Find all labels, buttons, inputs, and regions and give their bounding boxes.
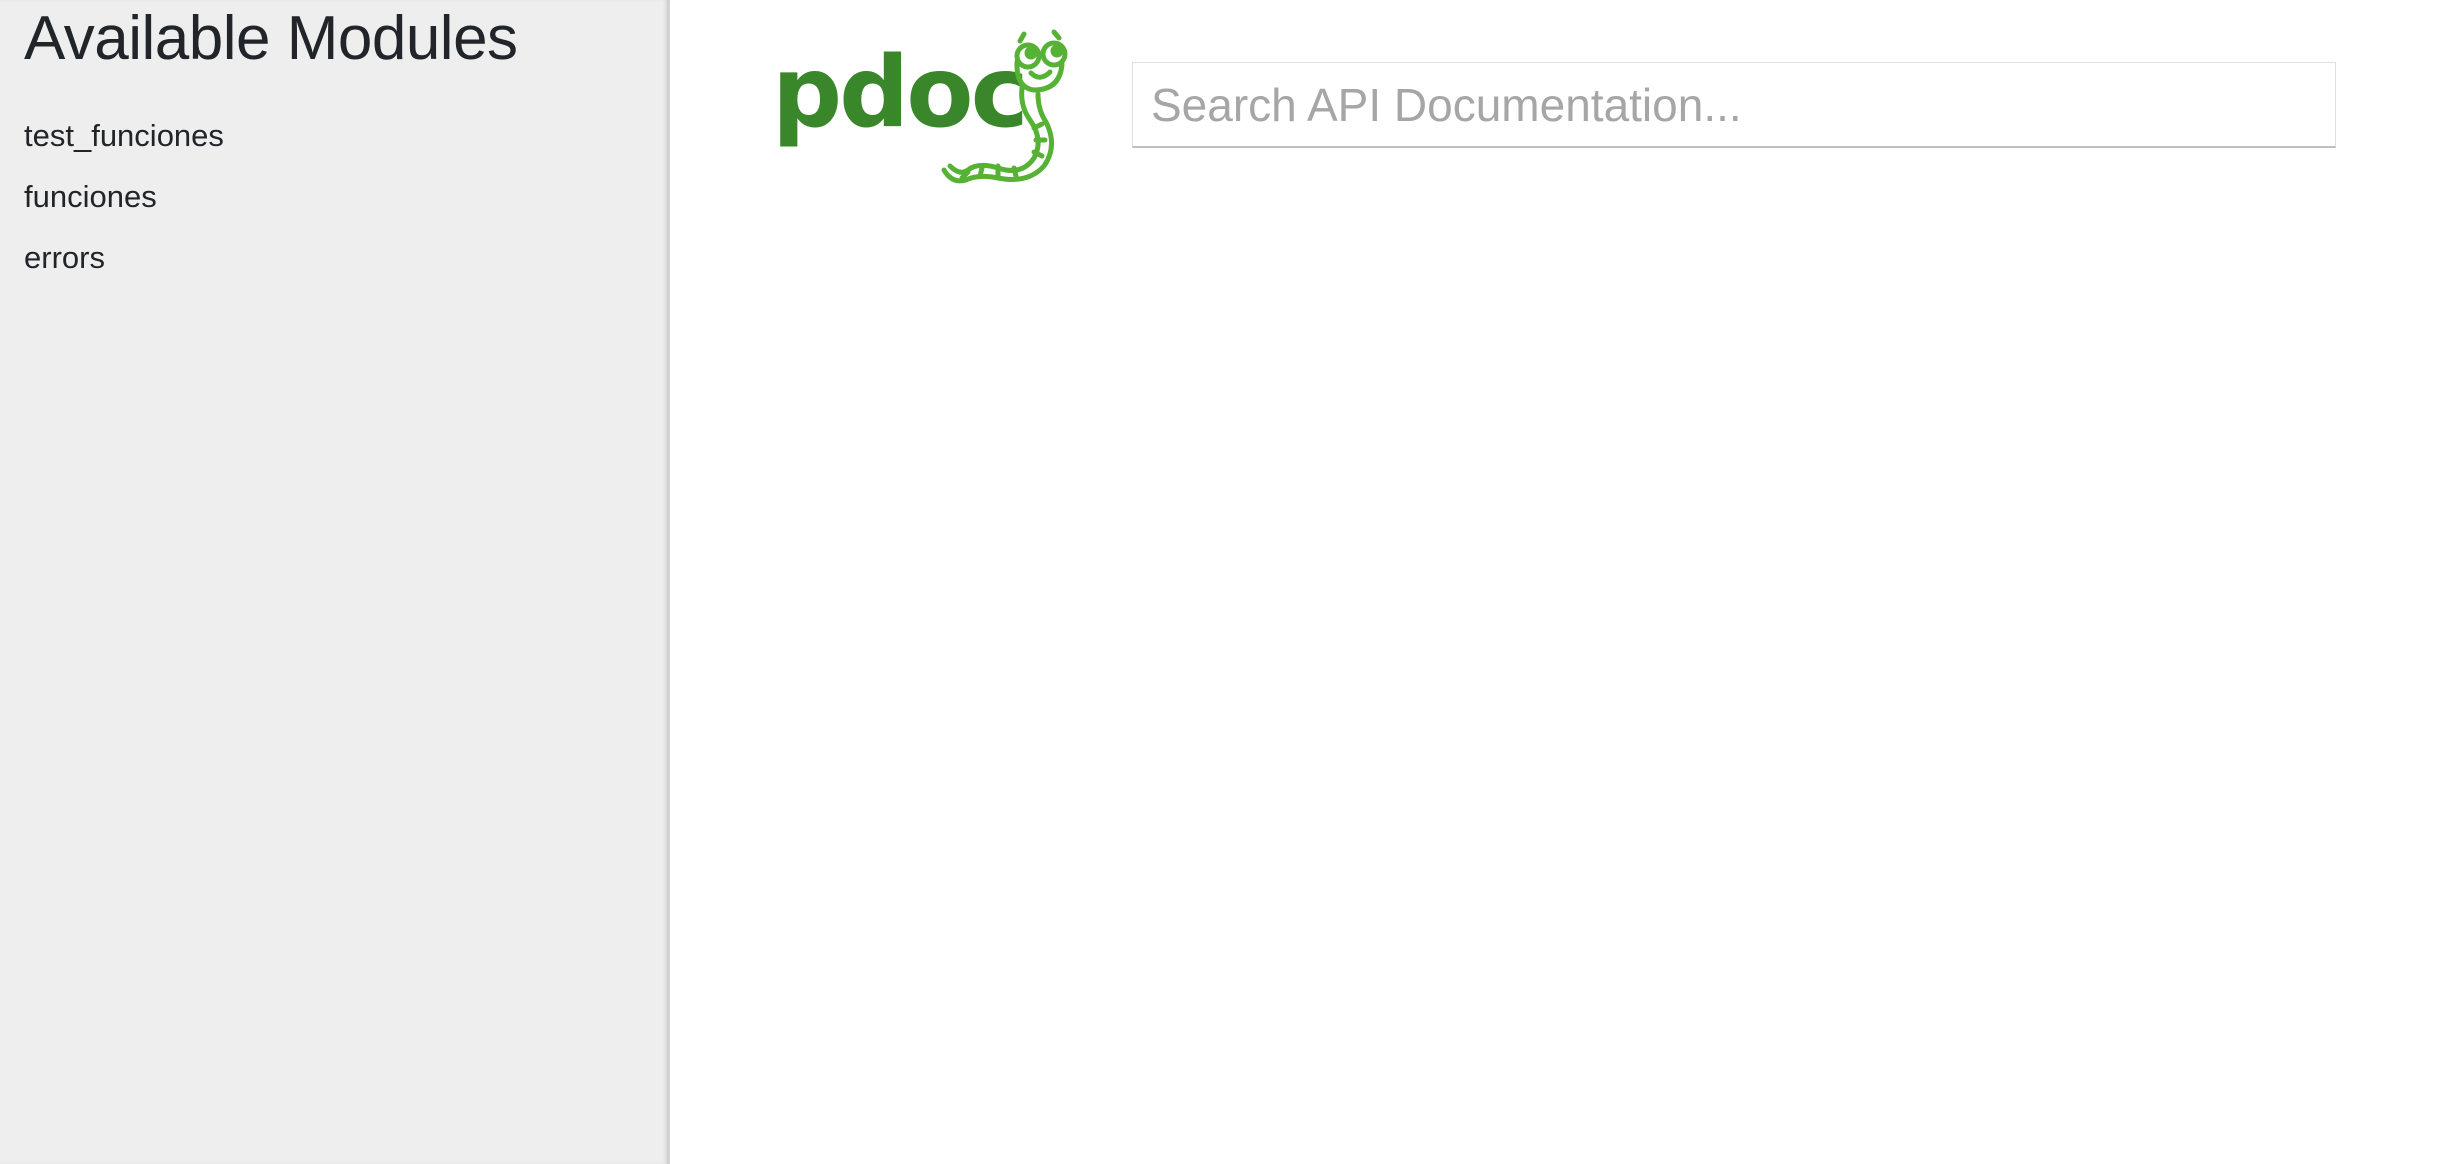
module-list-item: test_funciones xyxy=(24,116,224,177)
module-list-item: funciones xyxy=(24,177,224,238)
pdoc-logo-text: pdoc xyxy=(772,36,1026,150)
module-link-funciones[interactable]: funciones xyxy=(24,179,157,214)
main-content: pdoc xyxy=(672,0,2464,1164)
module-list: test_funciones funciones errors xyxy=(24,116,224,299)
sidebar: Available Modules test_funciones funcion… xyxy=(0,0,670,1164)
sidebar-title: Available Modules xyxy=(24,4,518,73)
search-input[interactable] xyxy=(1132,62,2336,148)
module-link-errors[interactable]: errors xyxy=(24,240,105,275)
page: Available Modules test_funciones funcion… xyxy=(0,0,2464,1164)
pdoc-logo[interactable]: pdoc xyxy=(772,28,1072,184)
pdoc-logo-icon: pdoc xyxy=(772,29,1068,184)
module-list-item: errors xyxy=(24,238,224,299)
module-link-test-funciones[interactable]: test_funciones xyxy=(24,118,224,153)
